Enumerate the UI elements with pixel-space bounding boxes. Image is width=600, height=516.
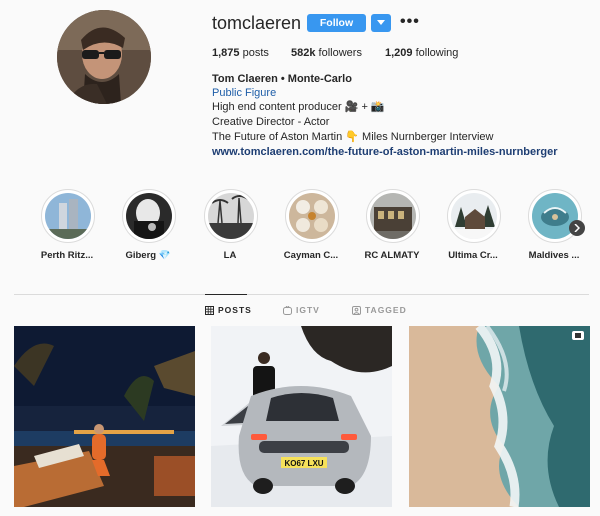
tagged-icon (352, 305, 361, 315)
more-options-icon[interactable]: ••• (400, 13, 420, 31)
highlight-la[interactable] (204, 189, 258, 243)
highlight-label: Maldives ... (528, 250, 580, 261)
posts-count: 1,875 posts (212, 47, 269, 59)
bio-category: Public Figure (212, 87, 277, 99)
highlight-cayman[interactable] (285, 189, 339, 243)
profile-username: tomclaeren (212, 13, 302, 33)
bio-name: Tom Claeren • Monte-Carlo (212, 73, 352, 85)
post-thumbnail[interactable] (14, 326, 195, 507)
bio-line: The Future of Aston Martin 👇 Miles Nurnb… (212, 131, 494, 143)
grid-icon (205, 305, 214, 315)
igtv-icon (283, 305, 292, 315)
highlight-label: RC ALMATY (364, 250, 420, 261)
tab-label: POSTS (218, 305, 252, 315)
tabs-divider (14, 294, 589, 295)
highlight-perth[interactable] (41, 189, 95, 243)
highlight-cover (45, 193, 91, 239)
active-tab-indicator (205, 294, 247, 295)
highlight-label: LA (223, 250, 237, 261)
highlight-cover (451, 193, 497, 239)
highlight-giberg[interactable] (122, 189, 176, 243)
highlight-cover (370, 193, 416, 239)
post-thumbnail[interactable]: KO67 LXU (211, 326, 392, 507)
highlight-cover (289, 193, 335, 239)
highlight-cover (126, 193, 172, 239)
post-thumbnail[interactable] (409, 326, 590, 507)
tab-label: IGTV (296, 305, 320, 315)
highlight-rc-almaty[interactable] (366, 189, 420, 243)
tab-posts[interactable]: POSTS (205, 305, 252, 315)
profile-avatar[interactable] (57, 10, 151, 104)
highlight-cover (208, 193, 254, 239)
license-plate-text: KO67 LXU (284, 459, 323, 468)
followers-count[interactable]: 582k followers (291, 47, 362, 59)
highlight-label: Perth Ritz... (40, 250, 94, 261)
tab-tagged[interactable]: TAGGED (352, 305, 407, 315)
tab-label: TAGGED (365, 305, 407, 315)
chevron-right-icon[interactable] (569, 220, 585, 236)
highlight-ultima[interactable] (447, 189, 501, 243)
highlight-label: Giberg 💎 (125, 250, 171, 261)
bio-line: Creative Director - Actor (212, 116, 330, 128)
highlight-label: Ultima Cr... (448, 250, 498, 261)
follow-button[interactable]: Follow (307, 14, 366, 32)
caret-down-icon (377, 20, 385, 25)
bio-line: High end content producer 🎥 + 📸 (212, 101, 385, 113)
bio-website-link[interactable]: www.tomclaeren.com/the-future-of-aston-m… (212, 145, 558, 160)
suggested-dropdown-button[interactable] (371, 14, 391, 32)
tab-igtv[interactable]: IGTV (283, 305, 320, 315)
highlight-label: Cayman C... (283, 250, 339, 261)
following-count[interactable]: 1,209 following (385, 47, 458, 59)
